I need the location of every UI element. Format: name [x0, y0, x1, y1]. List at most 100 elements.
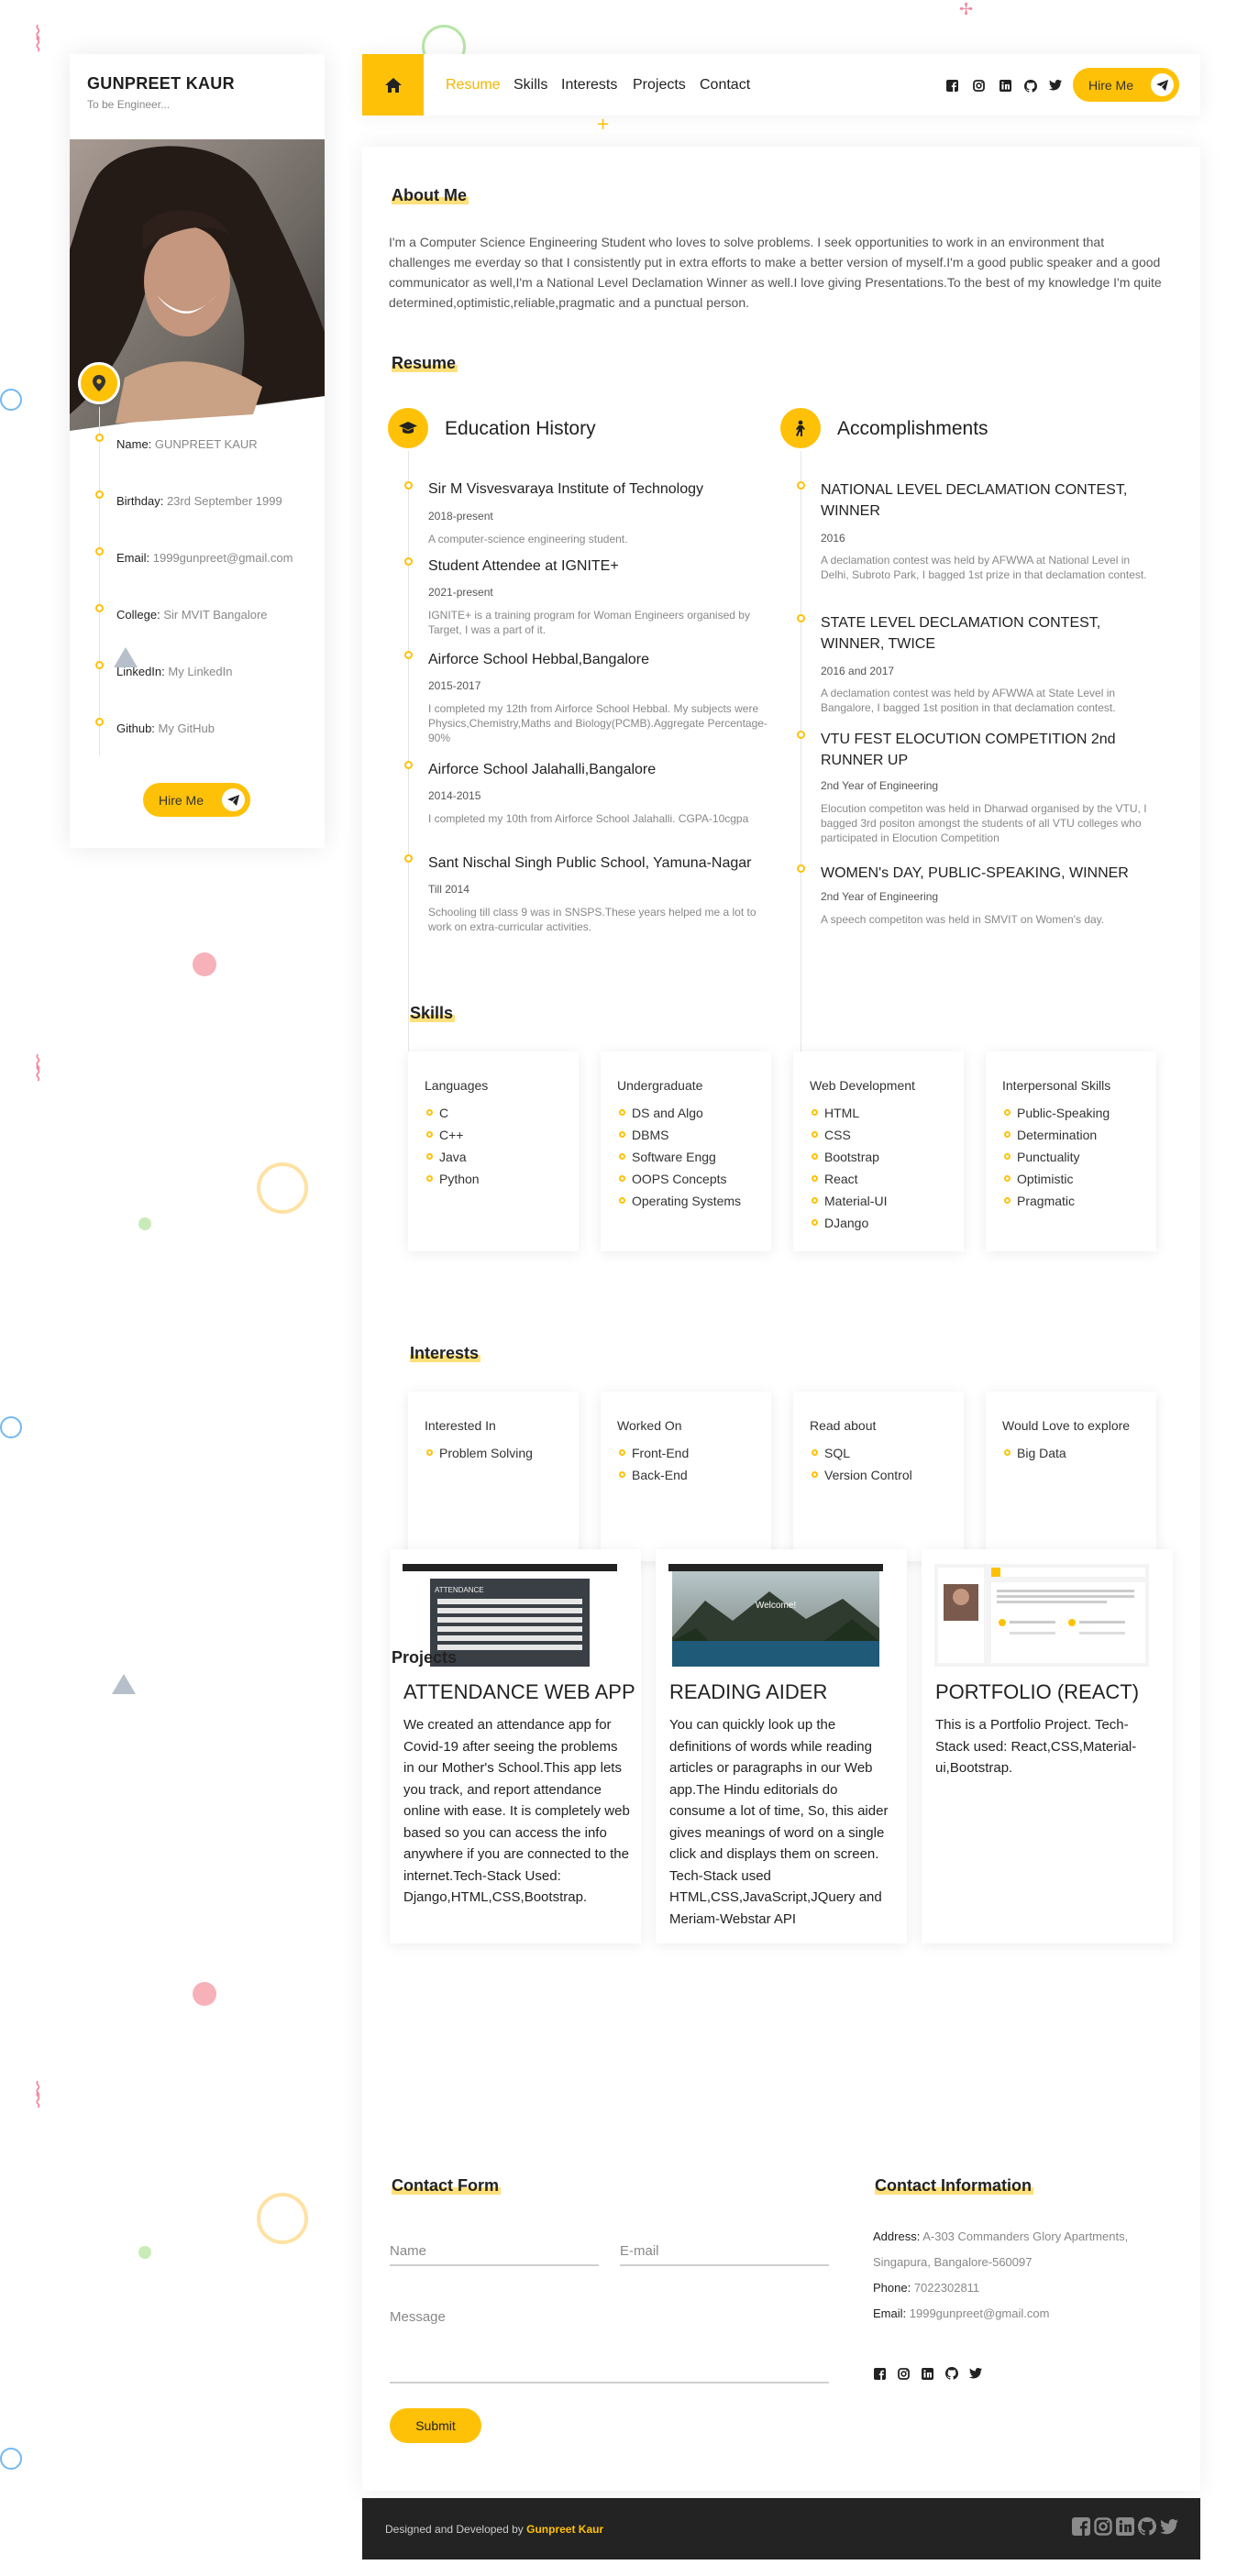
about-title: About Me — [392, 186, 469, 205]
message-underline — [390, 2382, 829, 2383]
nav-interests[interactable]: Interests — [561, 77, 617, 94]
education-item-date: Till 2014 — [428, 883, 469, 896]
timeline-dot — [404, 651, 413, 659]
about-title-text: About Me — [392, 186, 467, 204]
skill-card-languages: Languages C C++ Java Python — [408, 1051, 579, 1251]
info-name: Name: GUNPREET KAUR — [116, 437, 258, 451]
accomplishment-item-desc: A declamation contest was held by AFWWA … — [821, 554, 1147, 581]
timeline-dot — [404, 557, 413, 566]
home-button[interactable] — [362, 54, 424, 116]
accomplishment-item-date: 2nd Year of Engineering — [821, 779, 939, 792]
interest-list: SQL Version Control — [812, 1445, 912, 1489]
education-timeline-line — [408, 451, 409, 1091]
accomplishment-item-title: VTU FEST ELOCUTION COMPETITION 2nd RUNNE… — [821, 732, 1116, 768]
instagram-icon[interactable] — [973, 80, 985, 92]
thumbnail-caption: Welcome! — [755, 1601, 797, 1611]
info-dot — [95, 604, 104, 612]
email-input[interactable]: E-mail — [620, 2243, 659, 2259]
skills-title-text: Skills — [410, 1004, 454, 1022]
twitter-icon[interactable] — [969, 2368, 982, 2379]
info-value: Sir MVIT Bangalore — [163, 608, 268, 622]
message-textarea[interactable]: Message — [390, 2309, 446, 2325]
nav-skills[interactable]: Skills — [514, 77, 547, 94]
project-title: ATTENDANCE WEB APP — [403, 1680, 635, 1703]
accomplishment-item-desc: A declamation contest was held by AFWWA … — [821, 687, 1116, 714]
linkedin-icon[interactable] — [1116, 2517, 1134, 2536]
twitter-icon[interactable] — [1049, 80, 1062, 91]
skill-item: Optimistic — [1004, 1171, 1110, 1193]
nav-contact[interactable]: Contact — [700, 77, 750, 94]
twitter-icon[interactable] — [1160, 2519, 1178, 2535]
facebook-icon[interactable] — [874, 2368, 886, 2380]
timeline-dot — [797, 864, 805, 873]
interest-item: Front-End — [619, 1445, 689, 1467]
skill-item: Public-Speaking — [1004, 1105, 1110, 1127]
interest-item: Back-End — [619, 1467, 689, 1489]
skills-title: Skills — [410, 1004, 456, 1023]
skill-item: CSS — [812, 1127, 887, 1149]
skill-card-web-development: Web Development HTML CSS Bootstrap React… — [793, 1051, 964, 1251]
info-value: 23rd September 1999 — [166, 494, 282, 508]
resume-title-text: Resume — [392, 354, 457, 372]
interests-title-text: Interests — [410, 1344, 480, 1362]
education-item-title: Airforce School Hebbal,Bangalore — [428, 652, 650, 667]
github-icon[interactable] — [1138, 2517, 1156, 2536]
decor-zigzag: ⌇ ⌇ — [33, 2079, 43, 2113]
facebook-icon[interactable] — [1072, 2517, 1090, 2536]
facebook-icon[interactable] — [946, 80, 958, 92]
email-value: 1999gunpreet@gmail.com — [909, 2306, 1050, 2320]
info-github: Github: My GitHub — [116, 721, 215, 735]
timeline-dot — [404, 854, 413, 863]
skill-item: Determination — [1004, 1127, 1110, 1149]
linkedin-icon[interactable] — [922, 2368, 933, 2380]
instagram-icon[interactable] — [1094, 2517, 1112, 2536]
interest-card: Read about SQL Version Control — [793, 1392, 964, 1561]
accomplishment-item-desc: A speech competiton was held in SMVIT on… — [821, 913, 1105, 926]
address-label: Address: — [873, 2229, 921, 2243]
project-card[interactable]: PORTFOLIO (REACT) This is a Portfolio Pr… — [922, 1549, 1173, 1943]
linkedin-icon[interactable] — [1000, 80, 1011, 92]
github-icon[interactable] — [1024, 80, 1037, 93]
project-card[interactable]: Welcome! READING AIDER You can quickly l… — [656, 1549, 907, 1943]
paper-plane-icon — [222, 788, 245, 811]
github-link[interactable]: My GitHub — [159, 721, 215, 735]
education-item-date: 2018-present — [428, 510, 493, 523]
contact-form-title-text: Contact Form — [392, 2176, 499, 2195]
info-label: Email: — [116, 551, 150, 565]
timeline-dot — [797, 731, 805, 739]
location-pin-icon — [78, 362, 120, 404]
contact-info-title-text: Contact Information — [875, 2176, 1032, 2195]
linkedin-link[interactable]: My LinkedIn — [168, 665, 232, 678]
education-title: Education History — [445, 418, 596, 439]
skill-card-title: Interpersonal Skills — [1002, 1078, 1111, 1093]
graduation-cap-icon — [388, 408, 428, 448]
name-input[interactable]: Name — [390, 2243, 426, 2259]
github-icon[interactable] — [945, 2367, 958, 2380]
skill-item: Bootstrap — [812, 1149, 887, 1171]
person-icon — [780, 408, 821, 448]
skill-item: Software Engg — [619, 1149, 741, 1171]
project-desc: This is a Portfolio Project. Tech-Stack … — [935, 1717, 1137, 1776]
nav-projects[interactable]: Projects — [633, 77, 686, 94]
nav-hire-me-button[interactable]: Hire Me — [1073, 68, 1179, 102]
interest-card: Worked On Front-End Back-End — [601, 1392, 771, 1561]
skill-item: OOPS Concepts — [619, 1171, 741, 1193]
accomplishments-title: Accomplishments — [837, 418, 988, 439]
footer-author[interactable]: Gunpreet Kaur — [526, 2523, 603, 2536]
decor-circle — [138, 1217, 151, 1230]
decor-plus: ✢ — [959, 0, 974, 19]
skill-item: C++ — [426, 1127, 480, 1149]
sidebar-hire-me-button[interactable]: Hire Me — [143, 783, 250, 817]
submit-button[interactable]: Submit — [390, 2408, 481, 2443]
accomplishment-item-title: NATIONAL LEVEL DECLAMATION CONTEST, WINN… — [821, 482, 1128, 519]
accomplishment-item-title: WOMEN's DAY, PUBLIC-SPEAKING, WINNER — [821, 865, 1129, 881]
nav-resume[interactable]: Resume — [446, 77, 501, 94]
skill-list: HTML CSS Bootstrap React Material-UI DJa… — [812, 1105, 887, 1237]
info-label: Name: — [116, 437, 152, 451]
instagram-icon[interactable] — [898, 2368, 910, 2380]
interest-card: Would Love to explore Big Data — [986, 1392, 1156, 1561]
skill-item: HTML — [812, 1105, 887, 1127]
accomplishment-item-desc: Elocution competiton was held in Dharwad… — [821, 802, 1147, 844]
project-card[interactable]: ATTENDANCE ATTENDANCE WEB APP We created… — [390, 1549, 641, 1943]
info-label: College: — [116, 608, 160, 622]
